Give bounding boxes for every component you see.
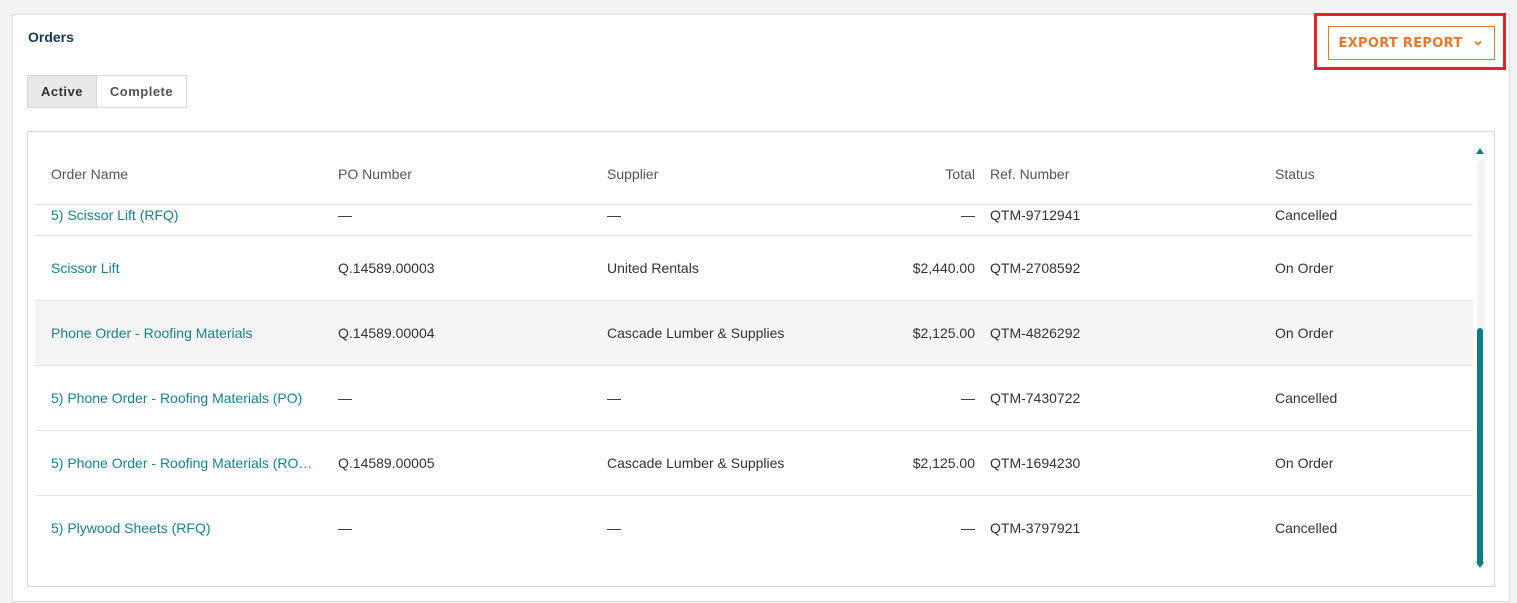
table-row[interactable]: 5) Phone Order - Roofing Materials (RO… …: [35, 431, 1473, 496]
scrollbar-track[interactable]: [1477, 160, 1485, 566]
status-cell: Cancelled: [1275, 390, 1338, 406]
total-cell: $2,125.00: [912, 455, 975, 471]
total-cell: $2,125.00: [912, 325, 975, 341]
ref-number-cell: QTM-4826292: [990, 325, 1081, 341]
scrollbar-thumb[interactable]: [1477, 328, 1483, 566]
order-name-link[interactable]: Scissor Lift: [51, 260, 323, 276]
po-number-cell: —: [338, 390, 352, 406]
status-cell: On Order: [1275, 260, 1334, 276]
po-number-cell: —: [338, 520, 352, 536]
table-row[interactable]: Phone Order - Roofing Materials Q.14589.…: [35, 301, 1473, 366]
orders-table: Order Name PO Number Supplier Total Ref.…: [27, 131, 1495, 587]
order-name-link[interactable]: 5) Plywood Sheets (RFQ): [51, 520, 323, 536]
po-number-cell: —: [338, 207, 352, 223]
chevron-down-icon: [1474, 40, 1483, 46]
table-row[interactable]: 5) Plywood Sheets (RFQ) — — — QTM-379792…: [35, 496, 1473, 561]
status-cell: Cancelled: [1275, 520, 1338, 536]
status-cell: On Order: [1275, 325, 1334, 341]
ref-number-cell: QTM-2708592: [990, 260, 1081, 276]
scroll-down-arrow-icon[interactable]: [1476, 562, 1484, 568]
order-name-link[interactable]: 5) Phone Order - Roofing Materials (PO): [51, 390, 323, 406]
orders-panel: Orders EXPORT REPORT Active Complete Ord…: [12, 13, 1510, 602]
table-row[interactable]: 5) Phone Order - Roofing Materials (PO) …: [35, 366, 1473, 431]
ref-number-cell: QTM-3797921: [990, 520, 1081, 536]
po-number-cell: Q.14589.00005: [338, 455, 435, 471]
ref-number-cell: QTM-9712941: [990, 207, 1081, 223]
table-row[interactable]: Scissor Lift Q.14589.00003 United Rental…: [35, 236, 1473, 301]
total-cell: —: [961, 207, 975, 223]
order-status-tabs: Active Complete: [27, 75, 187, 108]
po-number-cell: Q.14589.00003: [338, 260, 435, 276]
status-cell: On Order: [1275, 455, 1334, 471]
total-cell: $2,440.00: [912, 260, 975, 276]
total-cell: —: [961, 520, 975, 536]
tab-active[interactable]: Active: [28, 76, 96, 107]
order-name-link[interactable]: Phone Order - Roofing Materials: [51, 325, 323, 341]
order-name-link[interactable]: 5) Scissor Lift (RFQ): [51, 207, 323, 223]
table-scrollbar[interactable]: [1474, 142, 1488, 572]
order-name-link[interactable]: 5) Phone Order - Roofing Materials (RO…: [51, 455, 323, 471]
ref-number-cell: QTM-1694230: [990, 455, 1081, 471]
ref-number-cell: QTM-7430722: [990, 390, 1081, 406]
export-report-button[interactable]: EXPORT REPORT: [1328, 26, 1495, 60]
scroll-up-arrow-icon[interactable]: [1476, 148, 1484, 154]
tab-complete[interactable]: Complete: [96, 76, 186, 107]
export-report-label: EXPORT REPORT: [1338, 35, 1463, 51]
total-cell: —: [961, 390, 975, 406]
po-number-cell: Q.14589.00004: [338, 325, 435, 341]
status-cell: Cancelled: [1275, 207, 1338, 223]
panel-title: Orders: [28, 29, 74, 45]
table-row[interactable]: 5) Scissor Lift (RFQ) — — — QTM-9712941 …: [35, 171, 1473, 236]
